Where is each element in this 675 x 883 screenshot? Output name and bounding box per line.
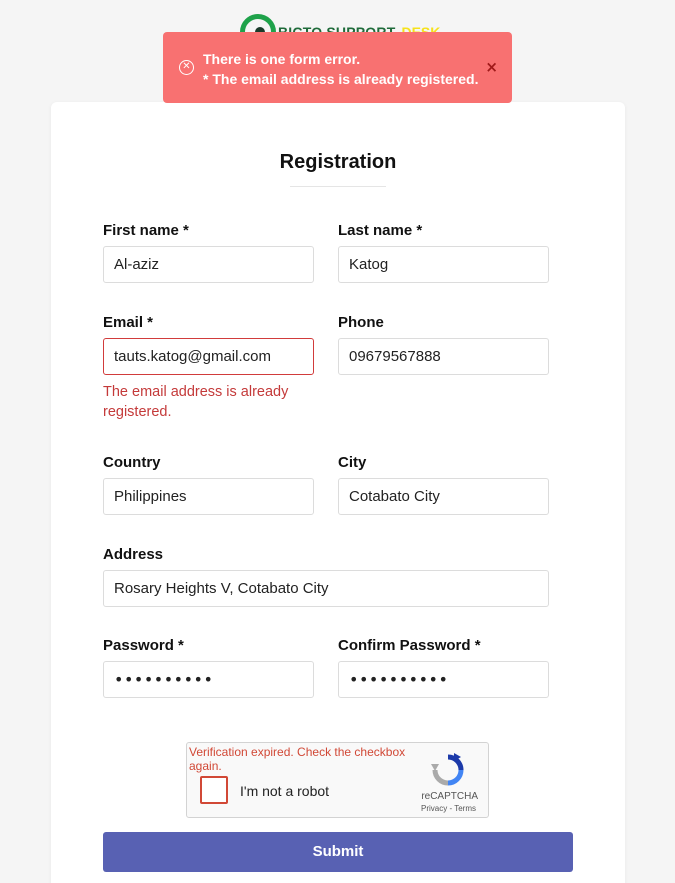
- page-title: Registration: [279, 151, 397, 173]
- email-label: Email *: [103, 314, 154, 331]
- country-label: Country: [103, 454, 161, 471]
- last-name-label: Last name *: [338, 222, 423, 239]
- city-label: City: [338, 454, 367, 471]
- phone-label: Phone: [338, 314, 384, 331]
- confirm-password-label: Confirm Password *: [338, 637, 481, 654]
- recaptcha-links[interactable]: Privacy - Terms: [421, 804, 476, 813]
- recaptcha-error-message: Verification expired. Check the checkbox…: [189, 745, 406, 773]
- recaptcha-label: I'm not a robot: [240, 783, 330, 799]
- error-circle-icon: ✕: [179, 60, 194, 75]
- submit-button[interactable]: Submit: [103, 832, 573, 872]
- country-input[interactable]: Philippines: [103, 478, 314, 515]
- error-toast: ✕ There is one form error. * The email a…: [163, 32, 512, 103]
- first-name-label: First name *: [103, 222, 189, 239]
- address-input[interactable]: Rosary Heights V, Cotabato City: [103, 570, 549, 607]
- city-input[interactable]: Cotabato City: [338, 478, 549, 515]
- recaptcha-brand: reCAPTCHA: [421, 791, 478, 802]
- phone-input[interactable]: 09679567888: [338, 338, 549, 375]
- toast-detail: * The email address is already registere…: [203, 71, 479, 87]
- recaptcha-checkbox[interactable]: [200, 776, 228, 804]
- first-name-input[interactable]: Al-aziz: [103, 246, 314, 283]
- address-label: Address: [103, 546, 164, 563]
- title-divider: [290, 186, 386, 187]
- email-error-message: The email address is already registered.: [103, 384, 289, 420]
- last-name-input[interactable]: Katog: [338, 246, 549, 283]
- password-input[interactable]: ••••••••••: [103, 661, 314, 698]
- confirm-password-input[interactable]: ••••••••••: [338, 661, 549, 698]
- recaptcha-logo-icon: [431, 753, 464, 786]
- toast-message: There is one form error.: [203, 51, 361, 67]
- password-label: Password *: [103, 637, 184, 654]
- email-input[interactable]: tauts.katog@gmail.com: [103, 338, 314, 375]
- close-icon[interactable]: ×: [485, 58, 498, 76]
- recaptcha-widget: Verification expired. Check the checkbox…: [186, 742, 489, 818]
